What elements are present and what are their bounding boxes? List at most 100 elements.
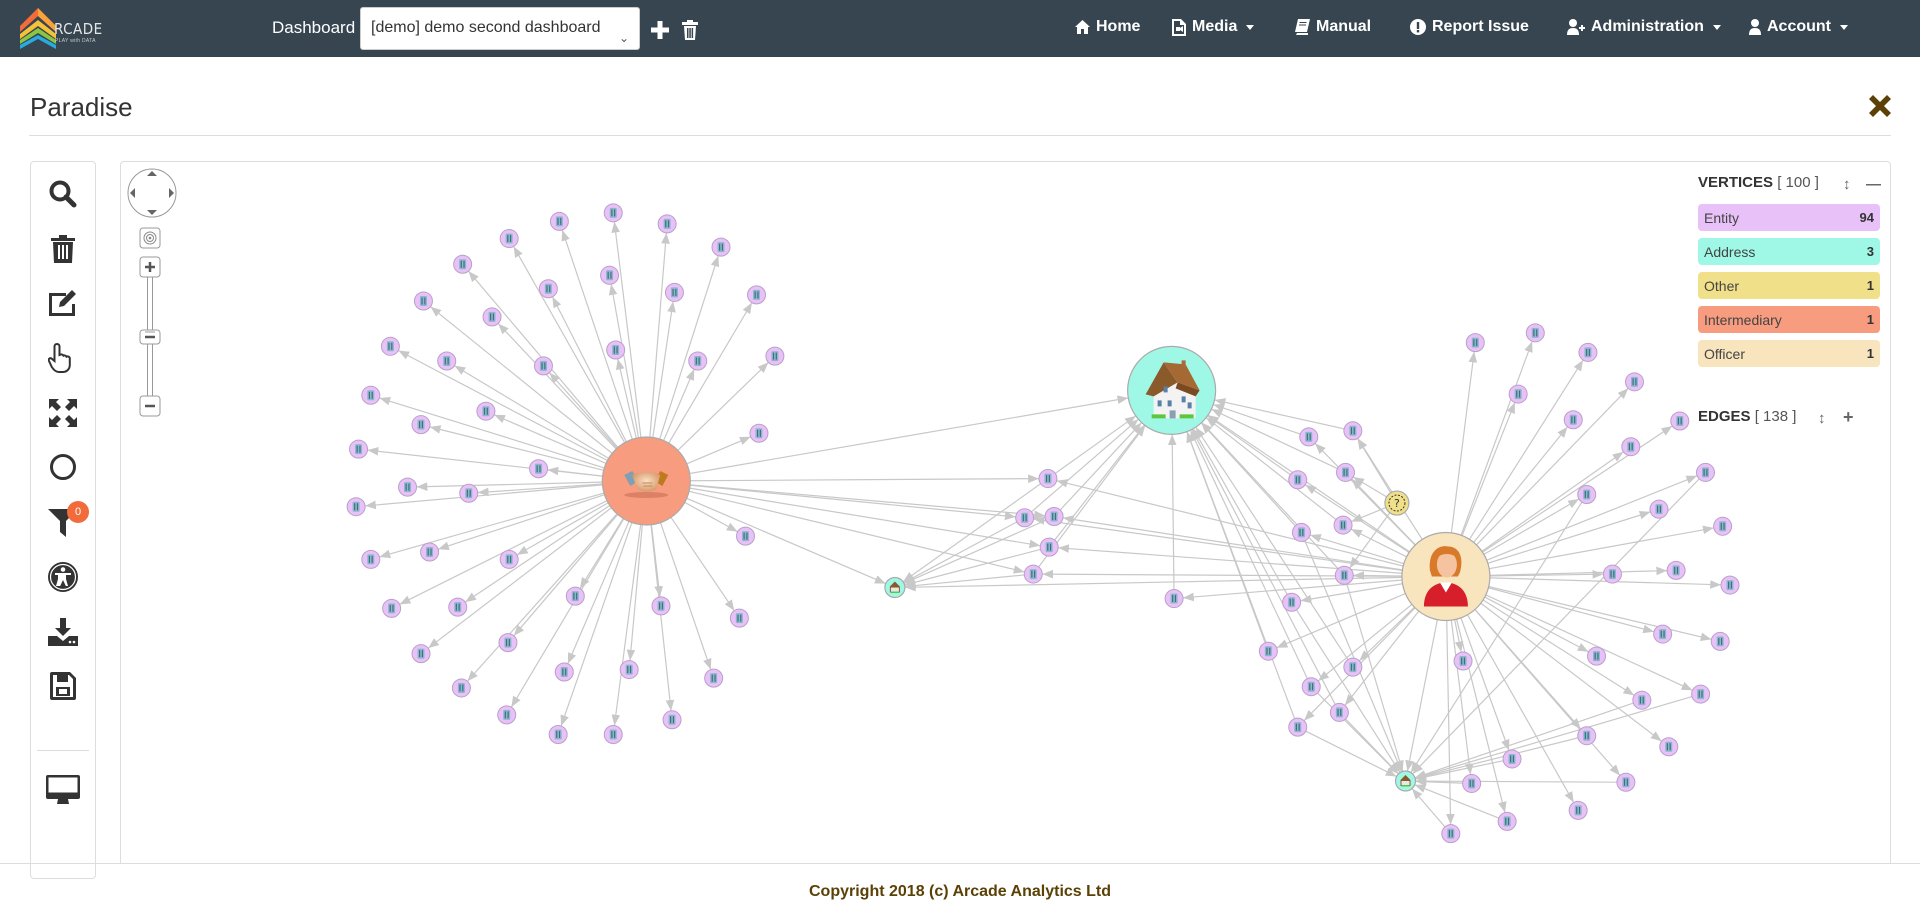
dashboard-select[interactable]: [demo] demo second dashboard ⌄ — [360, 7, 640, 50]
entity-vertex[interactable] — [657, 214, 677, 234]
entity-vertex[interactable] — [1038, 469, 1058, 489]
entity-vertex[interactable] — [1577, 726, 1597, 746]
edge[interactable] — [903, 521, 1018, 584]
entity-vertex[interactable] — [1282, 592, 1302, 612]
edge[interactable] — [547, 466, 603, 477]
entity-vertex[interactable] — [565, 586, 585, 606]
edge[interactable] — [516, 502, 609, 556]
entity-vertex[interactable] — [413, 291, 433, 311]
entity-vertex[interactable] — [411, 644, 431, 664]
edge[interactable] — [561, 229, 633, 440]
edge[interactable] — [1357, 438, 1392, 494]
edge[interactable] — [611, 221, 642, 438]
nav-report-issue[interactable]: Report Issue — [1410, 18, 1529, 36]
filter-button[interactable]: 0 — [31, 500, 95, 544]
entity-vertex[interactable] — [662, 710, 682, 730]
entity-vertex[interactable] — [1343, 657, 1363, 677]
circle-layout-button[interactable] — [31, 445, 95, 489]
edge[interactable] — [1167, 434, 1177, 590]
entity-vertex[interactable] — [1624, 372, 1644, 392]
edge[interactable] — [1207, 415, 1291, 476]
entity-vertex[interactable] — [1666, 560, 1686, 580]
entity-vertex[interactable] — [1039, 537, 1059, 557]
entity-vertex[interactable] — [497, 705, 517, 725]
add-dashboard-icon[interactable] — [651, 21, 669, 39]
entity-vertex[interactable] — [1632, 690, 1652, 710]
entity-vertex[interactable] — [1653, 624, 1673, 644]
entity-vertex[interactable] — [538, 279, 558, 299]
entity-vertex[interactable] — [448, 597, 468, 617]
edge[interactable] — [1405, 619, 1438, 772]
edge[interactable] — [1461, 402, 1516, 536]
sort-vertical-icon[interactable]: ↕ — [1843, 176, 1851, 193]
legend-class-entity[interactable]: Entity 94 — [1698, 204, 1880, 231]
entity-vertex[interactable] — [1713, 516, 1733, 536]
edge[interactable] — [1468, 359, 1584, 540]
entity-vertex[interactable] — [476, 401, 496, 421]
entity-vertex[interactable] — [1015, 508, 1035, 528]
edge[interactable] — [670, 517, 735, 612]
edge[interactable] — [1414, 784, 1499, 819]
arcade-logo[interactable]: RCADE PLAY with DATA — [18, 6, 102, 50]
entity-vertex[interactable] — [451, 678, 471, 698]
entity-vertex[interactable] — [380, 336, 400, 356]
entity-vertex[interactable] — [499, 549, 519, 569]
search-button[interactable] — [31, 172, 95, 216]
entity-vertex[interactable] — [1659, 737, 1679, 757]
edge[interactable] — [1450, 351, 1478, 533]
edit-button[interactable] — [31, 281, 95, 325]
entity-vertex[interactable] — [1577, 484, 1597, 504]
edge[interactable] — [1031, 418, 1139, 513]
entity-vertex[interactable] — [498, 633, 518, 653]
edge[interactable] — [1483, 498, 1580, 555]
entity-vertex[interactable] — [651, 596, 671, 616]
nav-home[interactable]: Home — [1075, 18, 1140, 36]
edge[interactable] — [1415, 760, 1504, 782]
entity-vertex[interactable] — [549, 211, 569, 231]
entity-vertex[interactable] — [619, 660, 639, 680]
edge[interactable] — [686, 497, 886, 585]
edge[interactable] — [611, 524, 642, 726]
nav-media[interactable]: Media — [1172, 18, 1255, 36]
edge[interactable] — [649, 232, 670, 438]
entity-vertex[interactable] — [600, 265, 620, 285]
edge[interactable] — [1317, 603, 1413, 682]
edge[interactable] — [1214, 398, 1345, 430]
entity-vertex[interactable] — [554, 662, 574, 682]
entity-vertex[interactable] — [1508, 384, 1528, 404]
entity-vertex[interactable] — [1691, 684, 1711, 704]
entity-vertex[interactable] — [382, 598, 402, 618]
expand-button[interactable] — [31, 391, 95, 435]
address-main-vertex[interactable] — [1127, 345, 1217, 435]
entity-vertex[interactable] — [1044, 507, 1064, 527]
edge[interactable] — [1473, 426, 1569, 543]
edge[interactable] — [1482, 425, 1673, 553]
edge[interactable] — [1482, 599, 1635, 696]
entity-vertex[interactable] — [1563, 410, 1583, 430]
address-left-vertex[interactable] — [884, 576, 906, 599]
entity-vertex[interactable] — [1333, 515, 1353, 535]
entity-vertex[interactable] — [420, 542, 440, 562]
entity-vertex[interactable] — [704, 668, 724, 688]
entity-vertex[interactable] — [1164, 589, 1184, 609]
edge[interactable] — [437, 494, 605, 550]
entity-vertex[interactable] — [1291, 522, 1311, 542]
entity-vertex[interactable] — [411, 415, 431, 435]
graph-canvas[interactable]: ? VERTICES [ 100 ] ↕ — Entity 94 Address 3 O… — [120, 161, 1891, 864]
entity-vertex[interactable] — [1288, 717, 1308, 737]
entity-vertex[interactable] — [729, 608, 749, 628]
entity-vertex[interactable] — [1696, 462, 1716, 482]
entity-vertex[interactable] — [499, 229, 519, 249]
edge[interactable] — [579, 518, 624, 589]
edge[interactable] — [1467, 614, 1575, 803]
entity-vertex[interactable] — [1621, 437, 1641, 457]
entity-vertex[interactable] — [1616, 772, 1636, 792]
edge[interactable] — [1351, 507, 1387, 523]
entity-vertex[interactable] — [747, 285, 767, 305]
entity-vertex[interactable] — [688, 351, 708, 371]
edge[interactable] — [430, 306, 613, 454]
edge[interactable] — [1059, 422, 1143, 511]
entity-vertex[interactable] — [1602, 564, 1622, 584]
entity-vertex[interactable] — [1343, 421, 1363, 441]
entity-vertex[interactable] — [1720, 575, 1740, 595]
